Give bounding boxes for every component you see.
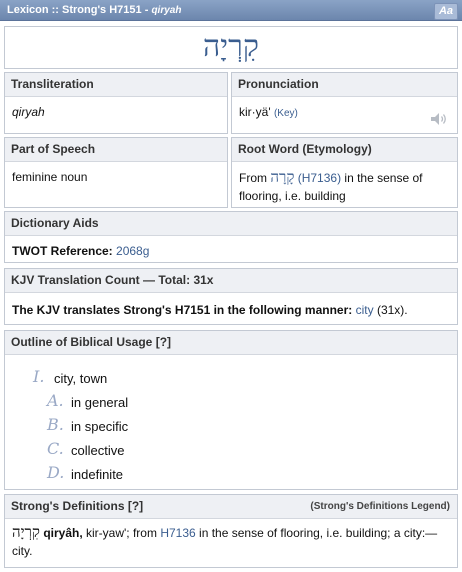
kjv-count-panel: KJV Translation Count — Total: 31x The K… — [4, 268, 458, 325]
pronunciation-header: Pronunciation — [232, 73, 457, 97]
part-of-speech-header: Part of Speech — [5, 138, 227, 162]
pronunciation-value: kir·yä' — [239, 105, 271, 119]
kjv-count-header: KJV Translation Count — Total: 31x — [5, 269, 457, 293]
root-word-header: Root Word (Etymology) — [232, 138, 457, 162]
outline-item-d: indefinite — [71, 467, 124, 482]
outline-marker-c: C. — [47, 439, 64, 458]
outline-marker-i: I. — [33, 367, 45, 386]
part-of-speech-value: feminine noun — [12, 170, 88, 184]
twot-label: TWOT Reference: — [12, 244, 113, 258]
title-bar: Lexicon :: Strong's H7151 - qiryah Aa — [0, 0, 462, 21]
kjv-count-value: (31x). — [376, 303, 408, 317]
pronunciation-panel: Pronunciation kir·yä' (Key) — [231, 72, 458, 134]
dictionary-aids-header: Dictionary Aids — [5, 212, 457, 236]
strongs-hebrew: קִרְיָה — [12, 523, 40, 541]
part-of-speech-panel: Part of Speech feminine noun — [4, 137, 228, 208]
font-size-button[interactable]: Aa — [434, 3, 458, 20]
strongs-definitions-panel: Strong's Definitions [?] (Strong's Defin… — [4, 494, 458, 568]
outline-marker-a: A. — [47, 391, 64, 410]
outline-item-b: in specific — [71, 419, 129, 434]
kjv-text: The KJV translates Strong's H7151 in the… — [12, 303, 353, 317]
strongs-ref-link[interactable]: H7136 — [160, 526, 195, 540]
transliteration-value: qiryah — [12, 105, 45, 119]
root-ref-link[interactable]: (H7136) — [298, 171, 341, 185]
strongs-definition-text: קִרְיָה qiryâh, kir-yaw'; from H7136 in … — [12, 523, 438, 558]
transliteration-panel: Transliteration qiryah — [4, 72, 228, 134]
window-title: Lexicon :: Strong's H7151 - qiryah — [7, 4, 182, 16]
pronunciation-row: kir·yä' (Key) — [232, 97, 457, 127]
root-word-text: From קָרָה (H7136) in the sense of floor… — [239, 168, 423, 203]
strongs-translit: qiryâh, — [43, 526, 83, 540]
hebrew-word: קִרְיָה — [203, 29, 259, 64]
outline-marker-d: D. — [47, 463, 65, 482]
speaker-icon[interactable] — [429, 111, 449, 127]
outline-panel: Outline of Biblical Usage [?] I. city, t… — [4, 330, 458, 490]
twot-row: TWOT Reference: 2068g — [5, 236, 457, 266]
transliteration-header: Transliteration — [5, 73, 227, 97]
pronunciation-key-link[interactable]: (Key) — [274, 108, 298, 119]
root-hebrew: קָרָה — [270, 168, 295, 186]
strongs-legend-link[interactable]: (Strong's Definitions Legend) — [310, 495, 450, 518]
outline-item-a: in general — [71, 395, 129, 410]
strongs-header-title: Strong's Definitions [?] — [11, 499, 144, 513]
outline-header: Outline of Biblical Usage [?] — [5, 331, 457, 355]
strongs-header: Strong's Definitions [?] (Strong's Defin… — [5, 495, 457, 519]
kjv-city-link[interactable]: city — [356, 303, 374, 317]
twot-link[interactable]: 2068g — [116, 244, 149, 258]
kjv-count-row: The KJV translates Strong's H7151 in the… — [5, 293, 457, 325]
outline-item-c: collective — [71, 443, 125, 458]
hebrew-word-panel: קִרְיָה — [4, 26, 458, 69]
root-word-panel: Root Word (Etymology) From קָרָה (H7136)… — [231, 137, 458, 208]
outline-marker-b: B. — [47, 415, 64, 434]
dictionary-aids-panel: Dictionary Aids TWOT Reference: 2068g — [4, 211, 458, 263]
outline-item-main: city, town — [54, 371, 108, 386]
